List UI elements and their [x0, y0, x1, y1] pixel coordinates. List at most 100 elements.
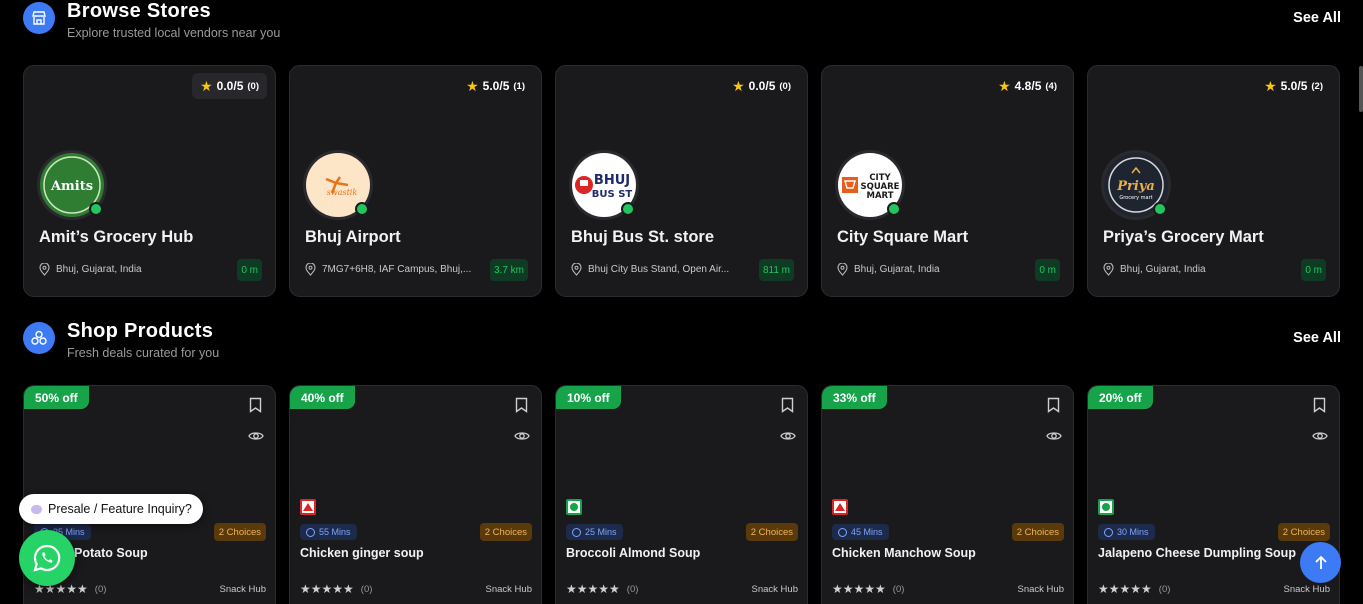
section-subtitle: Explore trusted local vendors near you [67, 26, 281, 40]
section-title: Browse Stores [67, 0, 211, 22]
scroll-to-top-button[interactable] [1300, 542, 1341, 583]
store-card[interactable]: ★ 0.0/5 (0) Amits Amit’s Grocery Hub Bhu… [23, 65, 276, 297]
vendor-name: Snack Hub [485, 584, 532, 595]
store-logo: Priya Grocery mart [1101, 150, 1171, 220]
store-address: Bhuj City Bus Stand, Open Air... [571, 263, 751, 276]
product-card[interactable]: 33% off 45 Mins 2 Choices Chicken Mancho… [821, 385, 1074, 604]
vendor-name: Snack Hub [219, 584, 266, 595]
section-subtitle: Fresh deals curated for you [67, 346, 220, 360]
eye-icon[interactable] [514, 430, 530, 442]
store-rating: ★ 0.0/5 (0) [732, 78, 791, 94]
shop-products-header: Shop Products Fresh deals curated for yo… [23, 320, 1341, 366]
bookmark-icon[interactable] [1313, 397, 1326, 413]
location-pin-icon [1103, 263, 1114, 276]
store-name: Bhuj Airport [305, 228, 401, 246]
store-distance: 0 m [237, 259, 262, 281]
choices-badge: 2 Choices [1011, 523, 1064, 541]
eye-icon[interactable] [1046, 430, 1062, 442]
store-icon [23, 2, 55, 34]
svg-text:MART: MART [867, 191, 894, 201]
eye-icon[interactable] [248, 430, 264, 442]
presale-inquiry-button[interactable]: Presale / Feature Inquiry? [19, 494, 203, 524]
store-rating: ★ 5.0/5 (2) [1264, 78, 1323, 94]
store-address: Bhuj, Gujarat, India [39, 263, 219, 276]
whatsapp-button[interactable] [19, 530, 75, 586]
store-distance: 0 m [1035, 259, 1060, 281]
veg-indicator-icon [1098, 499, 1114, 515]
product-name: Jalapeno Cheese Dumpling Soup [1098, 546, 1296, 560]
store-rating: ★ 0.0/5 (0) [192, 73, 267, 99]
product-card[interactable]: 40% off 55 Mins 2 Choices Chicken ginger… [289, 385, 542, 604]
store-distance: 0 m [1301, 259, 1326, 281]
nonveg-indicator-icon [832, 499, 848, 515]
store-name: City Square Mart [837, 228, 969, 246]
prep-time: 25 Mins [566, 524, 623, 540]
choices-badge: 2 Choices [1277, 523, 1330, 541]
location-pin-icon [39, 263, 50, 276]
online-status-dot [1153, 202, 1167, 216]
bookmark-icon[interactable] [1047, 397, 1060, 413]
page-scrollbar[interactable] [1359, 66, 1363, 112]
bookmark-icon[interactable] [249, 397, 262, 413]
store-distance: 811 m [758, 259, 794, 281]
online-status-dot [89, 202, 103, 216]
veg-indicator-icon [566, 499, 582, 515]
online-status-dot [887, 202, 901, 216]
star-icon: ★ [466, 78, 479, 94]
prep-time: 30 Mins [1098, 524, 1155, 540]
choices-badge: 2 Choices [745, 523, 798, 541]
store-address: Bhuj, Gujarat, India [1103, 263, 1283, 276]
whatsapp-icon [33, 544, 61, 572]
store-name: Bhuj Bus St. store [571, 228, 715, 246]
store-name: Priya’s Grocery Mart [1103, 228, 1264, 246]
product-name: Potato Soup [74, 546, 148, 560]
store-rating: ★ 5.0/5 (1) [466, 78, 525, 94]
location-pin-icon [305, 263, 316, 276]
svg-text:BHUJ: BHUJ [594, 173, 630, 188]
eye-icon[interactable] [780, 430, 796, 442]
eye-icon[interactable] [1312, 430, 1328, 442]
discount-badge: 10% off [556, 386, 621, 409]
product-card[interactable]: 10% off 25 Mins 2 Choices Broccoli Almon… [555, 385, 808, 604]
svg-text:Grocery mart: Grocery mart [1119, 195, 1152, 201]
choices-badge: 2 Choices [213, 523, 266, 541]
star-outline-icon: ★★★★★ [832, 582, 886, 596]
discount-badge: 40% off [290, 386, 355, 409]
location-pin-icon [571, 263, 582, 276]
bookmark-icon[interactable] [781, 397, 794, 413]
see-all-stores-link[interactable]: See All [1293, 10, 1341, 26]
prep-time: 45 Mins [832, 524, 889, 540]
star-icon: ★ [1264, 78, 1277, 94]
online-status-dot [621, 202, 635, 216]
store-card[interactable]: ★ 5.0/5 (1) swastik Bhuj Airport 7MG7+6H… [289, 65, 542, 297]
arrow-up-icon [1314, 555, 1327, 569]
clock-icon [838, 527, 847, 537]
location-pin-icon [837, 263, 848, 276]
store-card[interactable]: ★ 0.0/5 (0) BHUJ BUS ST Bhuj Bus St. stor… [555, 65, 808, 297]
discount-badge: 33% off [822, 386, 887, 409]
browse-stores-header: Browse Stores Explore trusted local vend… [23, 0, 1341, 46]
store-address: 7MG7+6H8, IAF Campus, Bhuj,... [305, 263, 485, 276]
product-rating: ★★★★★ (0) [300, 582, 373, 596]
svg-text:Priya: Priya [1116, 179, 1155, 194]
store-card[interactable]: ★ 5.0/5 (2) Priya Grocery mart Priya’s Gr… [1087, 65, 1340, 297]
choices-badge: 2 Choices [479, 523, 532, 541]
nonveg-indicator-icon [300, 499, 316, 515]
store-card[interactable]: ★ 4.8/5 (4) CITY SQUARE MART City Square M… [821, 65, 1074, 297]
bookmark-icon[interactable] [515, 397, 528, 413]
clock-icon [1104, 527, 1113, 537]
online-status-dot [355, 202, 369, 216]
store-logo: Amits [37, 150, 107, 220]
product-name: Chicken Manchow Soup [832, 546, 976, 560]
products-icon [23, 322, 55, 354]
svg-text:BUS ST: BUS ST [592, 189, 633, 200]
svg-text:swastik: swastik [327, 188, 358, 197]
vendor-name: Snack Hub [1017, 584, 1064, 595]
store-list: ★ 0.0/5 (0) Amits Amit’s Grocery Hub Bhu… [23, 65, 1340, 297]
store-name: Amit’s Grocery Hub [39, 228, 194, 246]
see-all-products-link[interactable]: See All [1293, 330, 1341, 346]
star-outline-icon: ★★★★★ [566, 582, 620, 596]
section-title: Shop Products [67, 320, 214, 342]
chat-bubble-icon [31, 504, 42, 514]
star-outline-icon: ★★★★★ [300, 582, 354, 596]
